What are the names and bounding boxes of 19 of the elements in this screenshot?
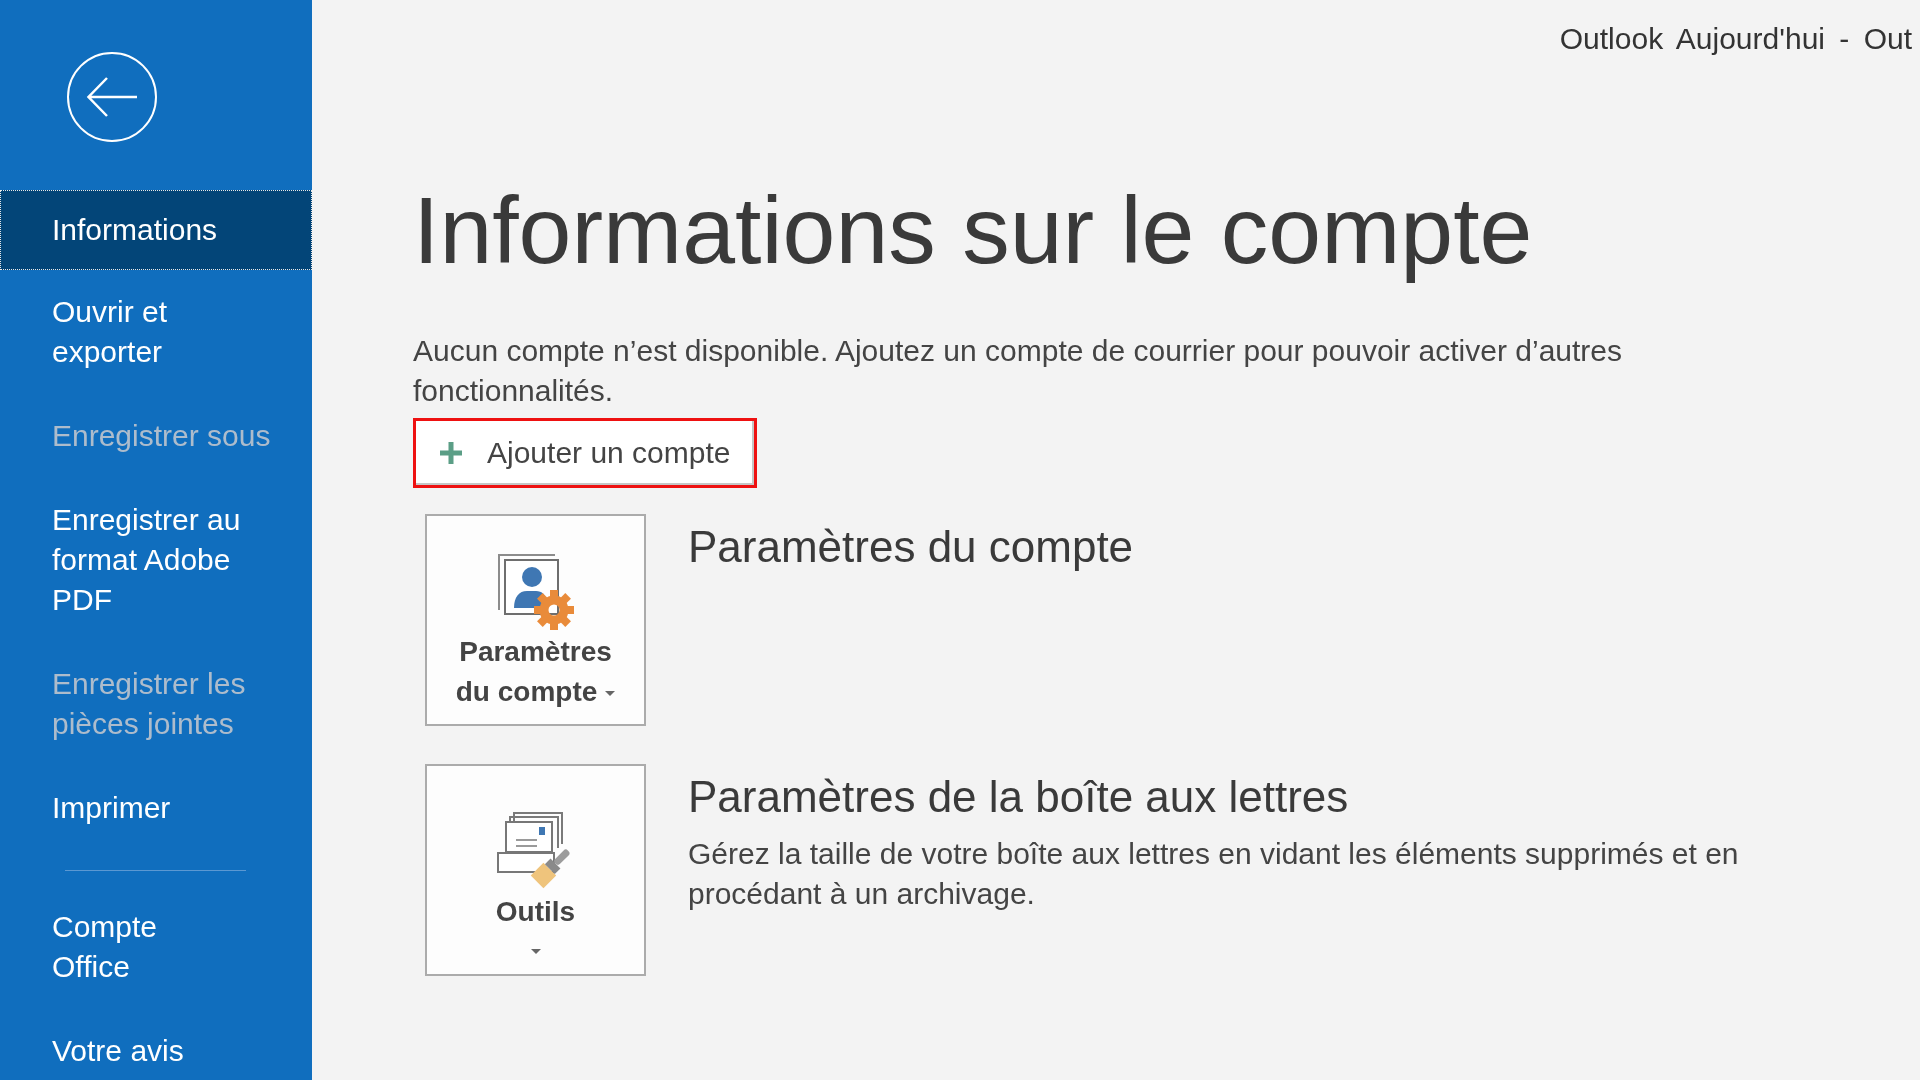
sidebar-item[interactable]: Imprimer [52, 788, 171, 828]
page-title: Informations sur le compte [413, 176, 1534, 285]
sidebar-item[interactable]: Compte Office [52, 907, 158, 987]
dropdown-tile[interactable]: Paramètres du compte [425, 514, 646, 726]
left-arrow-icon [86, 76, 138, 118]
section-heading: Paramètres du compte [688, 522, 1134, 572]
section-heading: Paramètres de la boîte aux lettres [688, 772, 1350, 822]
add-account-button[interactable]: Ajouter un compte [413, 418, 758, 488]
person-gear-icon [497, 554, 574, 630]
info-message: Aucun compte n’est disponible. Ajoutez un compte de courrier pour pouvoir activer d’autres fonctionnalités. [413, 333, 1623, 409]
sidebar-item[interactable]: Votre avis [52, 1031, 184, 1071]
sidebar-item[interactable]: Ouvrir et exporter [52, 292, 168, 372]
sidebar-item[interactable]: Informations [0, 190, 312, 270]
section-description: Gérez la taille de votre boîte aux lettres en vidant les éléments supprimés et en procédant à un archivage. [688, 836, 1740, 912]
sidebar-item[interactable]: Enregistrer au format Adobe PDF [52, 500, 241, 620]
window-title: Outlook Aujourd'hui - Out [1559, 21, 1912, 57]
plus-icon [440, 442, 462, 464]
back-button[interactable] [67, 52, 157, 142]
dropdown-tile[interactable]: Outils [425, 764, 646, 976]
